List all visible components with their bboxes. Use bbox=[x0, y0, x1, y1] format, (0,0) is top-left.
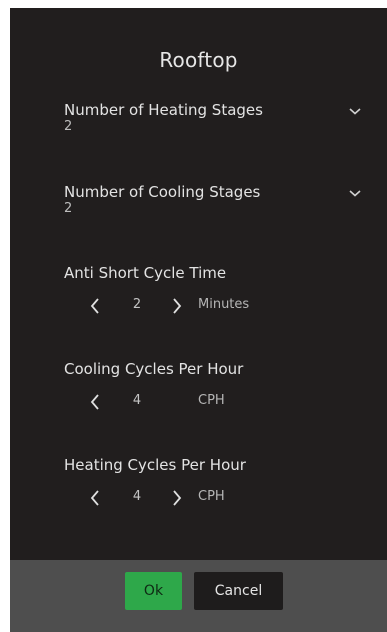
decrement-chevron-left-icon[interactable] bbox=[88, 296, 102, 316]
heating-cph-group: Heating Cycles Per Hour 4 CPH bbox=[64, 456, 364, 510]
ok-button[interactable]: Ok bbox=[125, 572, 182, 610]
heating-cph-unit: CPH bbox=[198, 489, 225, 504]
cooling-cph-value: 4 bbox=[132, 393, 142, 408]
heating-cph-value: 4 bbox=[132, 489, 142, 504]
cancel-button[interactable]: Cancel bbox=[194, 572, 283, 610]
cooling-stages-value: 2 bbox=[64, 201, 73, 216]
dialog-footer: Ok Cancel bbox=[10, 560, 387, 632]
heating-stages-value: 2 bbox=[64, 119, 73, 134]
cooling-cph-group: Cooling Cycles Per Hour 4 CPH bbox=[64, 360, 364, 414]
heating-stages-label: Number of Heating Stages bbox=[64, 101, 263, 119]
decrement-chevron-left-icon[interactable] bbox=[88, 392, 102, 412]
chevron-down-icon[interactable] bbox=[348, 106, 362, 116]
heating-stages-dropdown[interactable]: Number of Heating Stages 2 bbox=[64, 101, 364, 145]
anti-short-cycle-stepper: 2 Minutes bbox=[64, 294, 364, 318]
cooling-cph-stepper: 4 CPH bbox=[64, 390, 364, 414]
rooftop-dialog: Rooftop Number of Heating Stages 2 Numbe… bbox=[10, 8, 387, 632]
heating-cph-label: Heating Cycles Per Hour bbox=[64, 456, 246, 474]
increment-chevron-right-icon[interactable] bbox=[170, 296, 184, 316]
decrement-chevron-left-icon[interactable] bbox=[88, 488, 102, 508]
heating-cph-stepper: 4 CPH bbox=[64, 486, 364, 510]
cooling-cph-unit: CPH bbox=[198, 393, 225, 408]
increment-chevron-right-icon[interactable] bbox=[170, 488, 184, 508]
chevron-down-icon[interactable] bbox=[348, 188, 362, 198]
dialog-title: Rooftop bbox=[159, 48, 238, 72]
cooling-stages-dropdown[interactable]: Number of Cooling Stages 2 bbox=[64, 183, 364, 227]
cooling-stages-label: Number of Cooling Stages bbox=[64, 183, 261, 201]
anti-short-cycle-label: Anti Short Cycle Time bbox=[64, 264, 227, 282]
anti-short-cycle-group: Anti Short Cycle Time 2 Minutes bbox=[64, 264, 364, 318]
anti-short-cycle-value: 2 bbox=[132, 297, 142, 312]
anti-short-cycle-unit: Minutes bbox=[198, 297, 250, 312]
cooling-cph-label: Cooling Cycles Per Hour bbox=[64, 360, 244, 378]
